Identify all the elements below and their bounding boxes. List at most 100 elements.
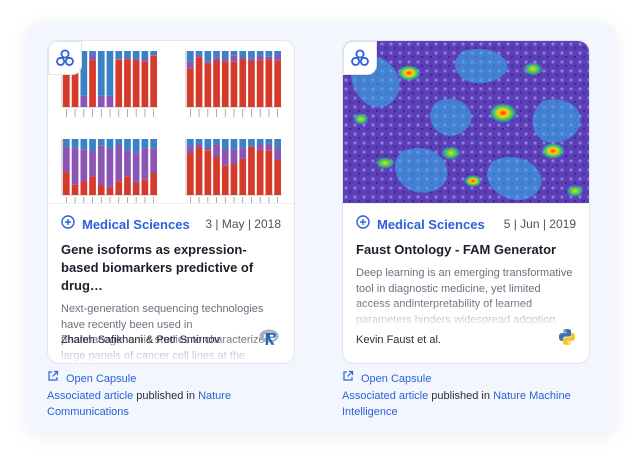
capsule-title[interactable]: Gene isoforms as expression-based biomar… [61, 241, 281, 295]
publish-date: 3 | May | 2018 [205, 217, 281, 231]
bar-segment [187, 139, 194, 146]
publish-date: 5 | Jun | 2019 [503, 217, 576, 231]
tick-label-mark [118, 109, 120, 117]
bar-segment [265, 51, 273, 57]
associated-article-link[interactable]: Associated article [47, 390, 133, 402]
bar-segment [63, 139, 70, 147]
tick-label-mark [216, 197, 217, 203]
capsule-card[interactable]: Medical Sciences 3 | May | 2018 Gene iso… [47, 40, 295, 364]
bar-segment [150, 173, 157, 195]
bar-segment [63, 172, 70, 195]
bar-segment [124, 59, 131, 107]
published-in-text: published in [431, 389, 490, 402]
open-capsule-label[interactable]: Open Capsule [361, 371, 431, 388]
bar-segment [230, 51, 238, 56]
bar-segment [115, 59, 123, 60]
tick-label-mark [251, 109, 252, 117]
bar-segment [187, 68, 194, 107]
bar-segment [132, 59, 140, 61]
bar-segment [80, 149, 88, 182]
bar-segment [213, 57, 220, 61]
bar-segment [63, 146, 70, 173]
tick-label-mark [66, 197, 67, 203]
stacked-bar-panel [185, 139, 282, 203]
stacked-bar-panel [185, 51, 282, 117]
bar-segment [221, 139, 229, 149]
bar-segment [274, 54, 281, 61]
bar-segment [195, 51, 203, 55]
tick-label-mark [109, 197, 111, 203]
medical-sciences-icon [356, 214, 370, 234]
category-label[interactable]: Medical Sciences [377, 217, 485, 232]
bar-segment [213, 139, 220, 145]
bar-segment [204, 63, 212, 107]
bar-segment [204, 148, 212, 151]
tick-label-mark [216, 109, 217, 117]
bar-segment [71, 148, 79, 185]
bar-segment [248, 146, 255, 195]
bar-segment [89, 54, 96, 61]
bar-segment [97, 51, 105, 96]
bar-segment [248, 139, 255, 147]
bar-segment [256, 144, 264, 151]
bar-segment [124, 51, 131, 58]
bar-segment [213, 61, 220, 107]
tick-label-mark [242, 109, 244, 117]
bar-segment [265, 143, 273, 151]
bar-segment [89, 139, 96, 151]
histology-heatmap-thumbnail [343, 41, 589, 203]
bar-segment [150, 51, 157, 56]
tick-label-mark [83, 197, 85, 203]
open-capsule-link[interactable]: Open Capsule [47, 370, 295, 388]
capsule-card[interactable]: Medical Sciences 5 | Jun | 2019 Faust On… [342, 40, 590, 364]
capsule-column: Medical Sciences 3 | May | 2018 Gene iso… [47, 40, 295, 421]
capsule-title[interactable]: Faust Ontology - FAM Generator [356, 241, 576, 259]
associated-article-link[interactable]: Associated article [342, 390, 428, 402]
bar-segment [124, 58, 131, 60]
bar-segment [141, 139, 149, 149]
tick-label-mark [92, 197, 93, 203]
bar-segment [274, 139, 281, 148]
bar-segment [150, 148, 157, 173]
tick-label-mark [190, 197, 191, 203]
open-capsule-label[interactable]: Open Capsule [66, 371, 136, 388]
bar-segment [265, 139, 273, 144]
bar-segment [239, 139, 247, 149]
bar-segment [80, 95, 88, 107]
bar-segment [89, 51, 96, 55]
tick-label-mark [153, 197, 154, 203]
bar-segment [230, 149, 238, 165]
bar-segment [115, 51, 123, 60]
bar-segment [239, 158, 247, 195]
tick-label-mark [277, 109, 278, 117]
bar-segment [195, 54, 203, 58]
tick-label-mark [83, 109, 85, 117]
bar-segment [80, 181, 88, 195]
capsule-thumbnail[interactable] [343, 41, 589, 203]
capsule-logo-icon [48, 41, 82, 75]
bar-segment [89, 151, 96, 177]
bar-segment [115, 139, 123, 145]
bar-segment [150, 139, 157, 149]
bar-segment [141, 61, 149, 107]
bar-segment [150, 55, 157, 107]
bar-segment [230, 139, 238, 150]
python-logo-icon [558, 328, 576, 351]
bar-segment [221, 61, 229, 107]
capsule-thumbnail[interactable] [48, 41, 294, 203]
bar-segment [115, 59, 123, 107]
category-label[interactable]: Medical Sciences [82, 217, 190, 232]
bar-segment [230, 61, 238, 107]
bar-segment [71, 139, 79, 149]
bar-segment [274, 147, 281, 160]
bar-segment [71, 184, 79, 195]
tick-label-mark [224, 197, 226, 203]
bar-segment [256, 60, 264, 107]
bar-segment [274, 159, 281, 195]
capsule-authors: Zhaleh Safikhani & Petr Smirnov [61, 333, 220, 346]
tick-label-mark [153, 109, 154, 117]
tick-label-mark [66, 109, 67, 117]
bar-segment [124, 139, 131, 151]
open-capsule-link[interactable]: Open Capsule [342, 370, 590, 388]
tick-label-mark [127, 109, 128, 117]
